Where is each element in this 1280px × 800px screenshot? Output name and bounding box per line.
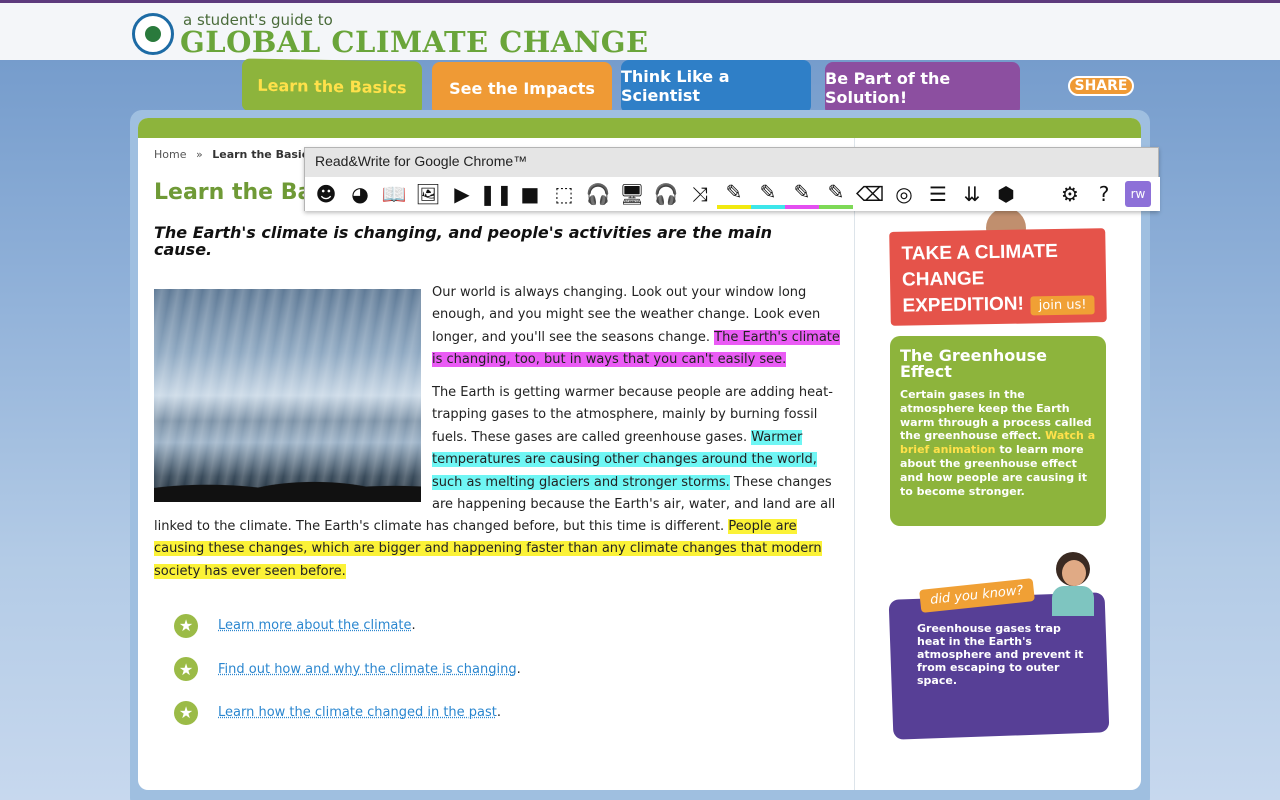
girl-shirt: [1052, 586, 1094, 616]
breadcrumb-separator: »: [195, 148, 203, 161]
link-suffix: .: [516, 661, 521, 677]
link-learn-more-climate[interactable]: Learn more about the climate: [218, 618, 411, 633]
settings-icon[interactable]: ⚙: [1053, 179, 1087, 209]
tab-think-like-a-scientist[interactable]: Think Like a Scientist: [621, 60, 811, 112]
tab-see-the-impacts[interactable]: See the Impacts: [432, 62, 612, 114]
rw-logo-icon[interactable]: rw: [1125, 181, 1151, 207]
link-suffix: .: [496, 705, 502, 721]
clear-highlights-icon[interactable]: ⌫: [853, 179, 887, 209]
speech-input-icon[interactable]: ◕: [343, 179, 377, 209]
content-top-bar: [138, 118, 1141, 138]
breadcrumb-home[interactable]: Home: [154, 148, 186, 161]
did-you-know-text: Greenhouse gases trap heat in the Earth'…: [917, 622, 1084, 687]
breadcrumb: Home » Learn the Basics: [154, 148, 315, 161]
readwrite-tool-row: ☻ ◕ 📖 🖼 ▶ ❚❚ ■ ⬚ 🎧 🖥 🎧 ⤨ ✎ ✎ ✎ ✎ ⌫ ◎ ☰ ⇊ ⬢ ⚙? rw: [305, 177, 1160, 211]
greenhouse-title: The Greenhouse Effect: [900, 346, 1047, 381]
expedition-promo[interactable]: TAKE A CLIMATE CHANGE EXPEDITION! join u…: [889, 228, 1107, 326]
star-icon: ★: [174, 657, 198, 682]
tree-silhouettes: [154, 462, 421, 502]
girl-face: [1062, 560, 1086, 586]
site-header: a student's guide to GLOBAL CLIMATE CHAN…: [0, 0, 1280, 60]
link-row: ★ Learn more about the climate.: [174, 604, 521, 648]
breadcrumb-current: Learn the Basics: [212, 148, 315, 161]
learn-more-links: ★ Learn more about the climate. ★ Find o…: [174, 604, 521, 735]
pause-icon[interactable]: ❚❚: [479, 179, 513, 209]
play-icon[interactable]: ▶: [445, 179, 479, 209]
vocabulary-icon[interactable]: ☰: [921, 179, 955, 209]
talk-and-type-icon[interactable]: 🎧: [649, 179, 683, 209]
paragraph-2-bottom: linked to the climate. The Earth's clima…: [154, 516, 834, 583]
share-button[interactable]: SHARE: [1068, 76, 1134, 96]
check-it-icon[interactable]: ⬢: [989, 179, 1023, 209]
highlight-cyan-icon[interactable]: ✎: [751, 179, 785, 209]
did-you-know-girl-image: [1050, 552, 1096, 616]
paragraph-2-top: The Earth is getting warmer because peop…: [432, 382, 842, 516]
stop-icon[interactable]: ■: [513, 179, 547, 209]
star-icon: ★: [174, 613, 198, 638]
lead-sentence: The Earth's climate is changing, and peo…: [154, 223, 773, 259]
link-suffix: .: [411, 618, 416, 634]
readwrite-title[interactable]: Read&Write for Google Chrome™: [315, 153, 527, 169]
paragraph-2-text-c: linked to the climate. The Earth's clima…: [154, 519, 729, 534]
audio-maker-icon[interactable]: 🎧: [581, 179, 615, 209]
site-title[interactable]: GLOBAL CLIMATE CHANGE: [180, 25, 649, 59]
star-icon: ★: [174, 700, 198, 725]
greenhouse-text: Certain gases in the atmosphere keep the…: [900, 388, 1096, 498]
content-panel: Home » Learn the Basics Learn the Basics…: [138, 118, 1141, 790]
simplify-page-icon[interactable]: ⇊: [955, 179, 989, 209]
link-how-why-changing[interactable]: Find out how and why the climate is chan…: [218, 662, 517, 677]
sky-ocean-photo: [154, 289, 421, 502]
highlight-pink-icon[interactable]: ✎: [785, 179, 819, 209]
link-climate-past[interactable]: Learn how the climate changed in the pas…: [218, 705, 497, 720]
screen-mask-icon[interactable]: 🖥: [615, 179, 649, 209]
dictionary-icon[interactable]: 📖: [377, 179, 411, 209]
epa-seal-logo[interactable]: [132, 13, 174, 55]
collect-highlights-icon[interactable]: ◎: [887, 179, 921, 209]
highlight-yellow-icon[interactable]: ✎: [717, 179, 751, 209]
picture-dictionary-icon[interactable]: 🖼: [411, 179, 445, 209]
help-icon[interactable]: ?: [1087, 179, 1121, 209]
tab-learn-the-basics[interactable]: Learn the Basics: [242, 58, 422, 114]
join-us-button[interactable]: join us!: [1030, 295, 1095, 316]
link-row: ★ Find out how and why the climate is ch…: [174, 648, 521, 692]
highlight-green-icon[interactable]: ✎: [819, 179, 853, 209]
tab-be-part-of-the-solution[interactable]: Be Part of the Solution!: [825, 62, 1020, 114]
greenhouse-effect-box: The Greenhouse Effect Certain gases in t…: [890, 336, 1106, 526]
readwrite-toolbar[interactable]: Read&Write for Google Chrome™ ☻ ◕ 📖 🖼 ▶ ❚❚ ■ ⬚ 🎧…: [304, 147, 1160, 211]
paragraph-1: Our world is always changing. Look out y…: [432, 282, 842, 372]
translator-icon[interactable]: ⤨: [683, 179, 717, 209]
sidebar-divider: [854, 138, 855, 790]
text-to-speech-icon[interactable]: ☻: [309, 179, 343, 209]
screenshot-reader-icon[interactable]: ⬚: [547, 179, 581, 209]
link-row: ★ Learn how the climate changed in the p…: [174, 691, 521, 735]
